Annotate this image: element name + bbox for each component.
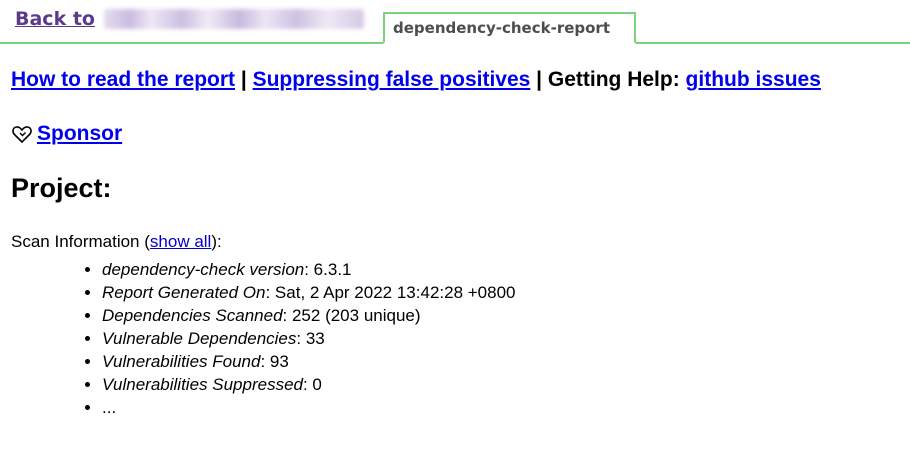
how-to-read-link[interactable]: How to read the report: [11, 68, 235, 91]
list-item: Dependencies Scanned: 252 (203 unique): [102, 304, 516, 327]
link-separator: |: [235, 68, 253, 91]
list-item: dependency-check version: 6.3.1: [102, 258, 516, 281]
list-item: ...: [102, 396, 516, 419]
top-bar: Back to dependency-check-report: [0, 0, 910, 44]
project-title: Project:: [11, 173, 112, 203]
tab-dependency-check-report[interactable]: dependency-check-report: [383, 12, 636, 44]
scan-information: Scan Information (show all):: [11, 232, 222, 252]
heart-icon: [11, 123, 33, 145]
sponsor-link[interactable]: Sponsor: [37, 122, 122, 146]
list-item: Vulnerable Dependencies: 33: [102, 327, 516, 350]
list-item: Vulnerabilities Suppressed: 0: [102, 373, 516, 396]
list-item: Report Generated On: Sat, 2 Apr 2022 13:…: [102, 281, 516, 304]
scan-info-label: Scan Information (: [11, 232, 150, 251]
getting-help-label: | Getting Help:: [530, 68, 686, 91]
scan-info-suffix: ):: [211, 232, 222, 251]
list-item: Vulnerabilities Found: 93: [102, 350, 516, 373]
back-link[interactable]: Back to: [15, 8, 95, 30]
scan-info-list: dependency-check version: 6.3.1 Report G…: [82, 258, 516, 419]
show-all-link[interactable]: show all: [150, 232, 211, 251]
help-links: How to read the report | Suppressing fal…: [11, 68, 821, 92]
redacted-text: [104, 9, 364, 29]
suppressing-link[interactable]: Suppressing false positives: [253, 68, 531, 91]
sponsor-row: Sponsor: [11, 122, 122, 146]
github-issues-link[interactable]: github issues: [686, 68, 821, 91]
